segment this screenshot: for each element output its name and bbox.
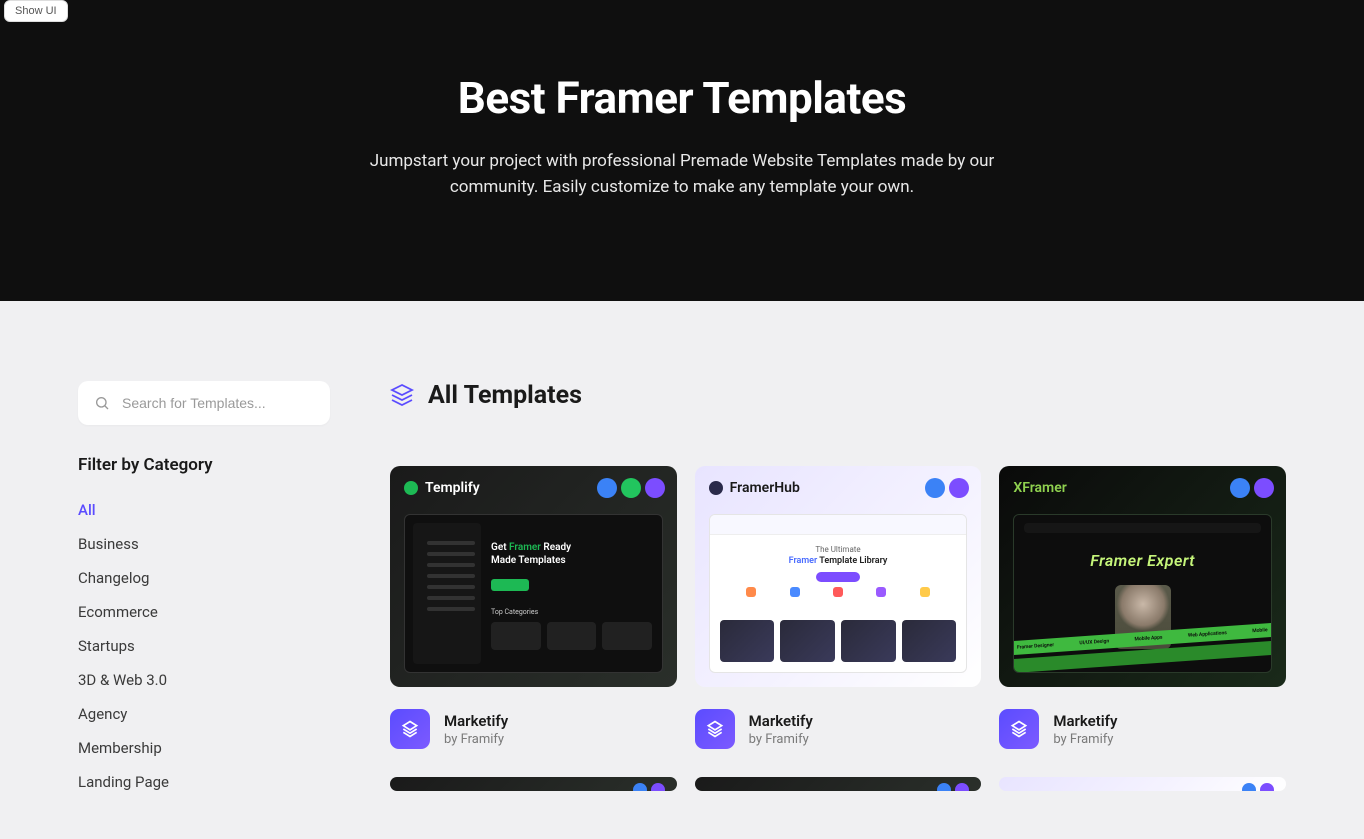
badge-icon (1230, 478, 1250, 498)
badge-icon (597, 478, 617, 498)
category-business[interactable]: Business (78, 527, 330, 561)
category-all[interactable]: All (78, 493, 330, 527)
brand-dot-icon (404, 481, 418, 495)
thumb-badges (937, 783, 969, 791)
hero-title: Best Framer Templates (20, 72, 1344, 124)
badge-icon (621, 478, 641, 498)
thumb-preview: Get Framer Ready Made Templates Top Cate… (404, 514, 663, 674)
card-title: Marketify (749, 712, 813, 730)
card-meta: Marketify by Framify (390, 709, 677, 749)
thumb-brand: XFramer (1013, 480, 1066, 496)
badge-icon (1260, 783, 1274, 791)
category-list: All Business Changelog Ecommerce Startup… (78, 493, 330, 799)
card-author: by Framify (1053, 732, 1117, 747)
mini-icons-row (730, 587, 947, 597)
content-title: All Templates (428, 381, 582, 410)
category-agency[interactable]: Agency (78, 697, 330, 731)
template-grid: Templify Get Framer Ready Made T (390, 466, 1286, 750)
search-box[interactable] (78, 381, 330, 425)
mini-cta-icon (491, 579, 529, 591)
template-card[interactable]: XFramer Framer Expert Framer Designer UI… (999, 466, 1286, 750)
thumb-brand-label: XFramer (1013, 480, 1066, 496)
thumb-preview: Framer Expert Framer Designer UI/UX Desi… (1013, 514, 1272, 674)
brand-dot-icon (709, 481, 723, 495)
mini-tiles (720, 620, 957, 662)
content: All Templates Templify (390, 381, 1286, 792)
hero-subtitle: Jumpstart your project with professional… (362, 148, 1002, 201)
card-author: by Framify (749, 732, 813, 747)
card-author: by Framify (444, 732, 508, 747)
badge-icon (925, 478, 945, 498)
mini-sidebar (413, 523, 481, 665)
badge-icon (1242, 783, 1256, 791)
badge-icon (651, 783, 665, 791)
badge-icon (937, 783, 951, 791)
mini-tiles (491, 622, 652, 650)
card-meta: Marketify by Framify (695, 709, 982, 749)
thumb-badges (633, 783, 665, 791)
mini-section-label: Top Categories (491, 608, 538, 616)
card-title: Marketify (444, 712, 508, 730)
template-thumbnail: FramerHub The Ultimate Framer Template L… (695, 466, 982, 688)
card-app-icon (695, 709, 735, 749)
badge-icon (633, 783, 647, 791)
thumb-preview: The Ultimate Framer Template Library (709, 514, 968, 674)
category-3d-web3[interactable]: 3D & Web 3.0 (78, 663, 330, 697)
thumb-badges (597, 478, 665, 498)
search-icon (94, 395, 110, 411)
thumb-badges (1230, 478, 1274, 498)
category-startups[interactable]: Startups (78, 629, 330, 663)
category-ecommerce[interactable]: Ecommerce (78, 595, 330, 629)
badge-icon (955, 783, 969, 791)
mini-hero: The Ultimate Framer Template Library (710, 545, 967, 582)
thumb-brand-label: FramerHub (730, 480, 800, 496)
mini-heading: Get Framer Ready Made Templates (491, 541, 591, 567)
badge-icon (949, 478, 969, 498)
layers-icon (390, 383, 414, 407)
show-ui-button[interactable]: Show UI (4, 0, 68, 22)
filter-title: Filter by Category (78, 455, 330, 475)
thumb-brand-label: Templify (425, 480, 480, 496)
content-header: All Templates (390, 381, 1286, 410)
mini-header (710, 515, 967, 535)
thumb-brand: FramerHub (709, 480, 800, 496)
thumb-brand: Templify (404, 480, 480, 496)
hero-section: Best Framer Templates Jumpstart your pro… (0, 0, 1364, 301)
thumb-badges (925, 478, 969, 498)
badge-icon (645, 478, 665, 498)
mini-cta-icon (816, 572, 860, 582)
template-card[interactable]: FramerHub The Ultimate Framer Template L… (695, 466, 982, 750)
card-meta: Marketify by Framify (999, 709, 1286, 749)
template-thumbnail: XFramer Framer Expert Framer Designer UI… (999, 466, 1286, 688)
category-changelog[interactable]: Changelog (78, 561, 330, 595)
template-card[interactable]: Templify Get Framer Ready Made T (390, 466, 677, 750)
template-thumbnail: Templify Get Framer Ready Made T (390, 466, 677, 688)
card-app-icon (390, 709, 430, 749)
template-thumbnail-partial[interactable] (390, 777, 677, 791)
mini-bars (427, 541, 475, 611)
sidebar: Filter by Category All Business Changelo… (78, 381, 330, 799)
search-input[interactable] (122, 395, 314, 411)
template-grid-row-2 (390, 777, 1286, 791)
template-thumbnail-partial[interactable] (695, 777, 982, 791)
template-thumbnail-partial[interactable] (999, 777, 1286, 791)
card-title: Marketify (1053, 712, 1117, 730)
card-app-icon (999, 709, 1039, 749)
mini-title: Framer Expert (1014, 551, 1271, 570)
thumb-badges (1242, 783, 1274, 791)
mini-nav (1024, 523, 1261, 533)
category-landing-page[interactable]: Landing Page (78, 765, 330, 799)
badge-icon (1254, 478, 1274, 498)
